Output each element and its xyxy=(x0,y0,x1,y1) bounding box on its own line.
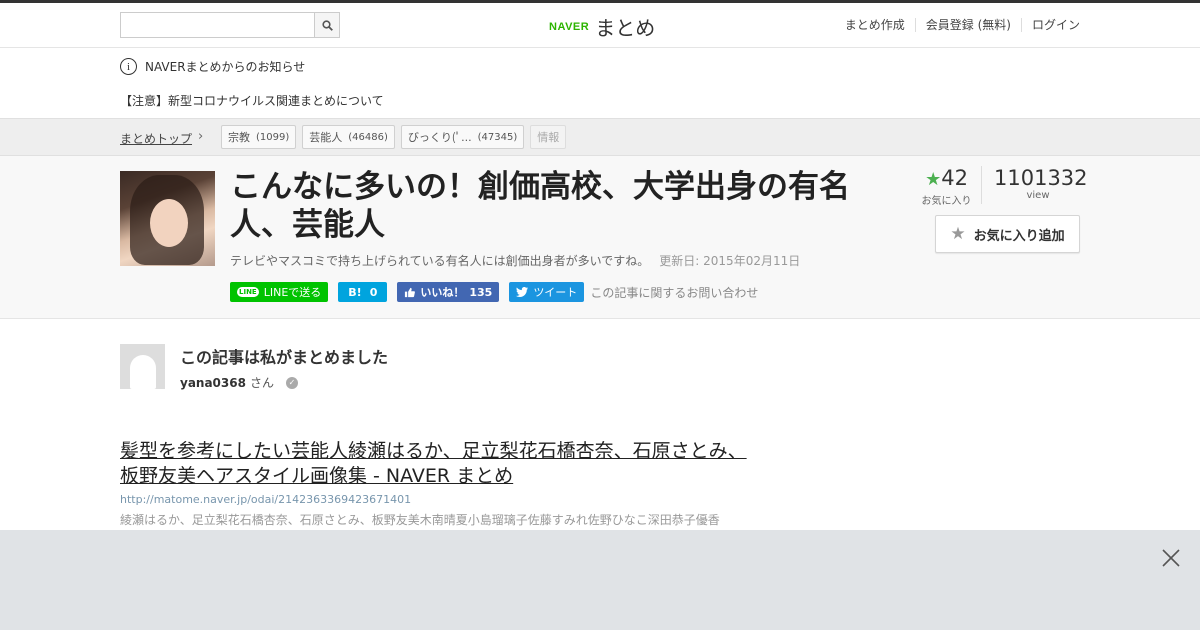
article-header: こんなに多いの！創価高校、大学出身の有名人、芸能人 テレビやマスコミで持ち上げら… xyxy=(0,156,1200,319)
notice-area: i NAVERまとめからのお知らせ 【注意】新型コロナウイルス関連まとめについて xyxy=(0,48,1200,118)
search-icon xyxy=(321,19,333,31)
naver-matome-logo[interactable]: NAVER まとめ xyxy=(549,12,655,40)
tag-count: (46486) xyxy=(348,131,388,143)
tweet-button[interactable]: ツイート xyxy=(509,282,585,302)
info-icon: i xyxy=(120,58,137,75)
article-inquiry-link[interactable]: この記事に関するお問い合わせ xyxy=(590,284,758,301)
updated-date: 更新日: 2015年02月11日 xyxy=(659,254,801,268)
line-icon: LINE xyxy=(237,287,259,297)
breadcrumb-home-link[interactable]: まとめトップ xyxy=(120,130,192,147)
close-icon[interactable] xyxy=(1161,548,1181,568)
link-card-description: 綾瀬はるか、足立梨花石橋杏奈、石原さとみ、板野友美木南晴夏小島瑠璃子佐藤すみれ佐… xyxy=(120,513,720,527)
tweet-label: ツイート xyxy=(533,286,578,299)
tag-label: 情報 xyxy=(537,131,560,144)
search-button[interactable] xyxy=(314,13,339,37)
tag-surprise[interactable]: びっくり(ﾟ... (47345) xyxy=(400,125,525,149)
bottom-ad-overlay xyxy=(0,530,1200,630)
add-favorite-label: お気に入り追加 xyxy=(973,228,1065,244)
article-description: テレビやマスコミで持ち上げられている有名人には創価出身者が多いですね。 xyxy=(230,254,650,268)
tag-label: びっくり(ﾟ... xyxy=(407,131,472,144)
views-stat: 1101332 view xyxy=(982,166,1088,204)
search-input[interactable] xyxy=(121,13,315,37)
article-stats: ★42 お気に入り 1101332 view xyxy=(912,166,1088,207)
views-count: 1101332 xyxy=(994,166,1088,190)
favorites-stat: ★42 お気に入り xyxy=(912,166,982,207)
chevron-right-icon: › xyxy=(198,129,204,144)
star-icon: ★ xyxy=(950,224,966,244)
author-heading: この記事は私がまとめました xyxy=(180,348,389,367)
views-label: view xyxy=(1026,190,1050,201)
logo-brand: NAVER xyxy=(549,21,590,33)
link-card-title[interactable]: 髪型を参考にしたい芸能人綾瀬はるか、足立梨花石橋杏奈、石原さとみ、板野友美ヘアス… xyxy=(120,439,760,489)
article-title: こんなに多いの！創価高校、大学出身の有名人、芸能人 xyxy=(230,169,850,243)
verified-check-icon: ✓ xyxy=(285,376,298,389)
hatena-count: 0 xyxy=(369,285,378,299)
default-avatar-icon xyxy=(129,355,156,389)
facebook-like-button[interactable]: いいね！ 135 xyxy=(397,282,500,302)
notice-title: NAVERまとめからのお知らせ xyxy=(145,60,306,74)
login-link[interactable]: ログイン xyxy=(1020,18,1080,32)
twitter-bird-icon xyxy=(516,287,529,297)
search-box xyxy=(120,12,340,38)
thumbnail-face xyxy=(150,199,188,247)
article-description-row: テレビやマスコミで持ち上げられている有名人には創価出身者が多いですね。 更新日:… xyxy=(230,252,800,269)
header-links: まとめ作成 会員登録 (無料) ログイン xyxy=(835,18,1080,32)
notice-link[interactable]: 【注意】新型コロナウイルス関連まとめについて xyxy=(120,92,384,109)
tag-celebrity[interactable]: 芸能人 (46486) xyxy=(302,125,395,149)
star-icon: ★ xyxy=(925,169,942,190)
share-buttons: LINE LINEで送る B! 0 いいね！ 135 ツイート この記事に関する… xyxy=(230,282,758,302)
line-share-label: LINEで送る xyxy=(263,286,322,299)
create-matome-link[interactable]: まとめ作成 xyxy=(835,18,915,32)
logo-text: まとめ xyxy=(595,15,656,40)
hatena-icon: B! xyxy=(348,285,362,299)
favorites-number-row: ★42 xyxy=(912,166,981,192)
tag-list: 宗教 (1099) 芸能人 (46486) びっくり(ﾟ... (47345) … xyxy=(221,125,567,149)
facebook-like-label: いいね！ xyxy=(420,286,465,299)
top-bar: NAVER まとめ まとめ作成 会員登録 (無料) ログイン xyxy=(0,0,1200,48)
author-avatar[interactable] xyxy=(120,344,165,389)
tag-count: (1099) xyxy=(256,131,290,143)
breadcrumb: まとめトップ › 宗教 (1099) 芸能人 (46486) びっくり(ﾟ...… xyxy=(0,118,1200,156)
tag-count: (47345) xyxy=(477,131,518,143)
tag-info[interactable]: 情報 xyxy=(530,125,567,149)
hatena-bookmark-button[interactable]: B! 0 xyxy=(338,282,388,302)
author-name-row: yana0368 さん ✓ xyxy=(180,374,298,391)
article-thumbnail xyxy=(120,171,215,266)
tag-label: 芸能人 xyxy=(309,131,343,144)
notice-header: i NAVERまとめからのお知らせ xyxy=(120,58,305,75)
register-link[interactable]: 会員登録 (無料) xyxy=(914,18,1021,32)
tag-label: 宗教 xyxy=(228,131,250,144)
tag-religion[interactable]: 宗教 (1099) xyxy=(221,125,297,149)
author-name[interactable]: yana0368 xyxy=(180,376,246,390)
facebook-like-count: 135 xyxy=(469,285,493,299)
line-share-button[interactable]: LINE LINEで送る xyxy=(230,282,329,302)
favorites-count: 42 xyxy=(941,166,968,190)
favorites-label: お気に入り xyxy=(921,196,972,207)
thumbs-up-icon xyxy=(405,287,416,297)
author-suffix: さん xyxy=(249,376,274,390)
link-card-url[interactable]: http://matome.naver.jp/odai/214236336942… xyxy=(120,493,411,506)
add-favorite-button[interactable]: ★ お気に入り追加 xyxy=(935,215,1080,253)
